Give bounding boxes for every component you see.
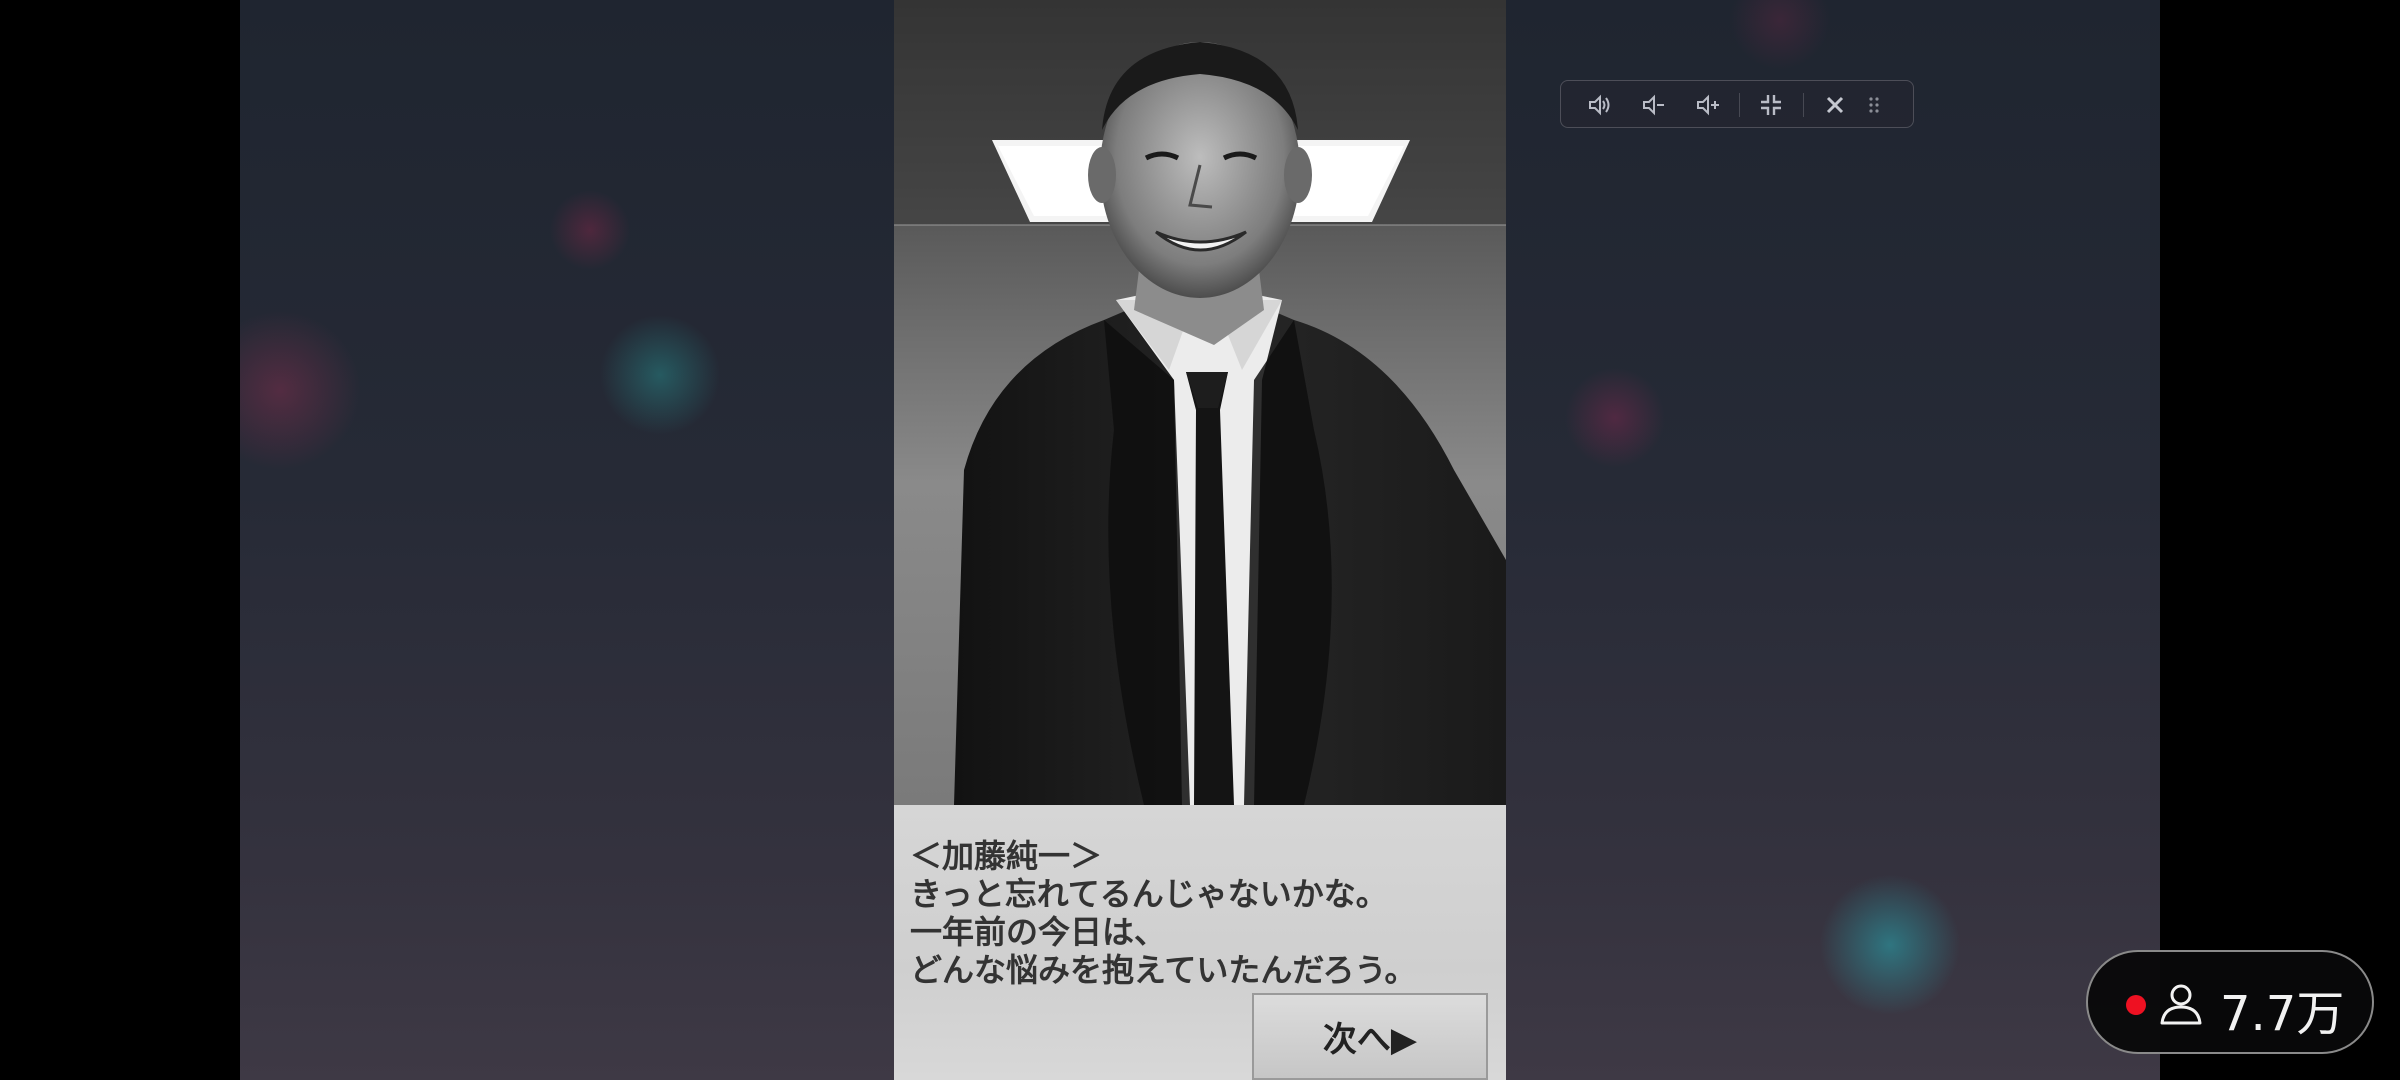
close-icon[interactable] [1819,89,1851,121]
volume-up-icon[interactable] [1691,89,1723,121]
live-indicator-dot [2126,995,2146,1015]
person-icon [2158,982,2204,1026]
drag-handle-icon[interactable] [1863,89,1885,121]
toolbar-divider [1739,93,1740,117]
dialog-line: どんな悩みを抱えていたんだろう。 [910,951,1417,989]
volume-icon[interactable] [1583,89,1615,121]
dialog-box[interactable]: ＜加藤純一＞ きっと忘れてるんじゃないかな。 一年前の今日は、 どんな悩みを抱え… [894,805,1506,1080]
next-button[interactable]: 次へ▶ [1252,993,1488,1080]
viewer-count: 7.7万 [2220,986,2345,1042]
volume-down-icon[interactable] [1637,89,1669,121]
character-portrait [894,0,1506,805]
screen: ＜加藤純一＞ きっと忘れてるんじゃないかな。 一年前の今日は、 どんな悩みを抱え… [0,0,2400,1080]
floating-toolbar [1560,80,1914,128]
toolbar-divider [1803,93,1804,117]
live-viewer-badge[interactable]: 7.7万 [2086,950,2374,1054]
exit-fullscreen-icon[interactable] [1755,89,1787,121]
game-frame[interactable]: ＜加藤純一＞ きっと忘れてるんじゃないかな。 一年前の今日は、 どんな悩みを抱え… [894,0,1506,1080]
